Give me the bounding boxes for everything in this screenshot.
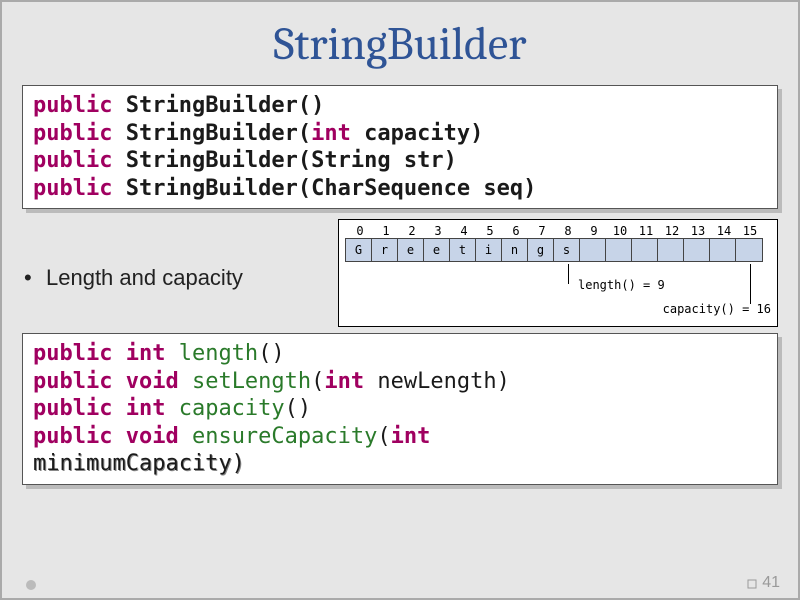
code-token: int <box>324 369 364 394</box>
code-token: StringBuilder() <box>126 93 325 118</box>
code-token: public <box>33 341 126 366</box>
code-token: public <box>33 424 126 449</box>
code-token <box>430 424 443 449</box>
code-token: int <box>311 121 351 146</box>
diagram-cell: e <box>424 239 450 261</box>
diagram-index: 0 <box>347 224 373 238</box>
code-token: int <box>126 396 179 421</box>
code-token: setLength <box>192 369 311 394</box>
diagram-cell: t <box>450 239 476 261</box>
capacity-pointer <box>750 264 751 304</box>
diagram-pointers: length() = 9 capacity() = 16 <box>345 264 771 320</box>
diagram-cell <box>684 239 710 261</box>
page-title: StringBuilder <box>2 2 798 79</box>
diagram-cell: i <box>476 239 502 261</box>
diagram-index: 9 <box>581 224 607 238</box>
code-block-methods-wrapper: public int length() public void setLengt… <box>22 333 778 485</box>
diagram-cell <box>658 239 684 261</box>
code-token: public <box>33 148 126 173</box>
diagram-cell <box>606 239 632 261</box>
code-token: newLength) <box>364 369 510 394</box>
code-token: public <box>33 369 126 394</box>
diagram-cell <box>580 239 606 261</box>
diagram-cell: G <box>346 239 372 261</box>
diagram-index: 2 <box>399 224 425 238</box>
code-token: length <box>179 341 258 366</box>
code-token: public <box>33 176 126 201</box>
code-token: minimumCapacity) <box>33 451 245 476</box>
code-token: capacity) <box>351 121 483 146</box>
diagram-cell <box>710 239 736 261</box>
code-token: () <box>285 396 312 421</box>
code-block-methods: public int length() public void setLengt… <box>22 333 778 485</box>
diagram-cell: g <box>528 239 554 261</box>
code-token: () <box>258 341 285 366</box>
diagram-index: 12 <box>659 224 685 238</box>
diagram-index: 4 <box>451 224 477 238</box>
diagram-index: 11 <box>633 224 659 238</box>
code-block-constructors: public StringBuilder() public StringBuil… <box>22 85 778 209</box>
bullet-length-capacity: Length and capacity <box>22 265 326 291</box>
code-token: void <box>126 369 192 394</box>
length-label: length() = 9 <box>578 278 665 292</box>
code-token: ensureCapacity <box>192 424 377 449</box>
diagram-cell <box>736 239 762 261</box>
diagram-cell <box>632 239 658 261</box>
diagram-index: 8 <box>555 224 581 238</box>
diagram-index: 7 <box>529 224 555 238</box>
length-pointer <box>568 264 569 284</box>
diagram-cell: n <box>502 239 528 261</box>
diagram-indices: 0123456789101112131415 <box>345 224 771 238</box>
capacity-label: capacity() = 16 <box>663 302 771 316</box>
code-token: StringBuilder(CharSequence seq) <box>126 176 537 201</box>
code-token: public <box>33 93 126 118</box>
page-icon <box>746 577 758 589</box>
code-token: public <box>33 396 126 421</box>
diagram-index: 5 <box>477 224 503 238</box>
diagram-index: 13 <box>685 224 711 238</box>
buffer-diagram: 0123456789101112131415 Greetings length(… <box>338 219 778 327</box>
footer-dot-icon <box>26 580 36 590</box>
diagram-cell: s <box>554 239 580 261</box>
code-token: public <box>33 121 126 146</box>
code-token: capacity <box>179 396 285 421</box>
code-token: void <box>126 424 192 449</box>
diagram-cell: e <box>398 239 424 261</box>
diagram-index: 15 <box>737 224 763 238</box>
code-token: int <box>391 424 431 449</box>
code-token: ( <box>311 369 324 394</box>
diagram-index: 6 <box>503 224 529 238</box>
code-token: ( <box>377 424 390 449</box>
diagram-index: 10 <box>607 224 633 238</box>
bullet-column: Length and capacity <box>22 219 326 291</box>
code-token: int <box>126 341 179 366</box>
diagram-index: 3 <box>425 224 451 238</box>
mid-row: Length and capacity 01234567891011121314… <box>22 219 778 327</box>
page-number-value: 41 <box>762 574 780 592</box>
diagram-cell: r <box>372 239 398 261</box>
diagram-cells: Greetings <box>345 238 763 262</box>
diagram-index: 14 <box>711 224 737 238</box>
page-number: 41 <box>746 574 780 592</box>
code-token: StringBuilder(String str) <box>126 148 457 173</box>
diagram-index: 1 <box>373 224 399 238</box>
code-token: StringBuilder( <box>126 121 311 146</box>
